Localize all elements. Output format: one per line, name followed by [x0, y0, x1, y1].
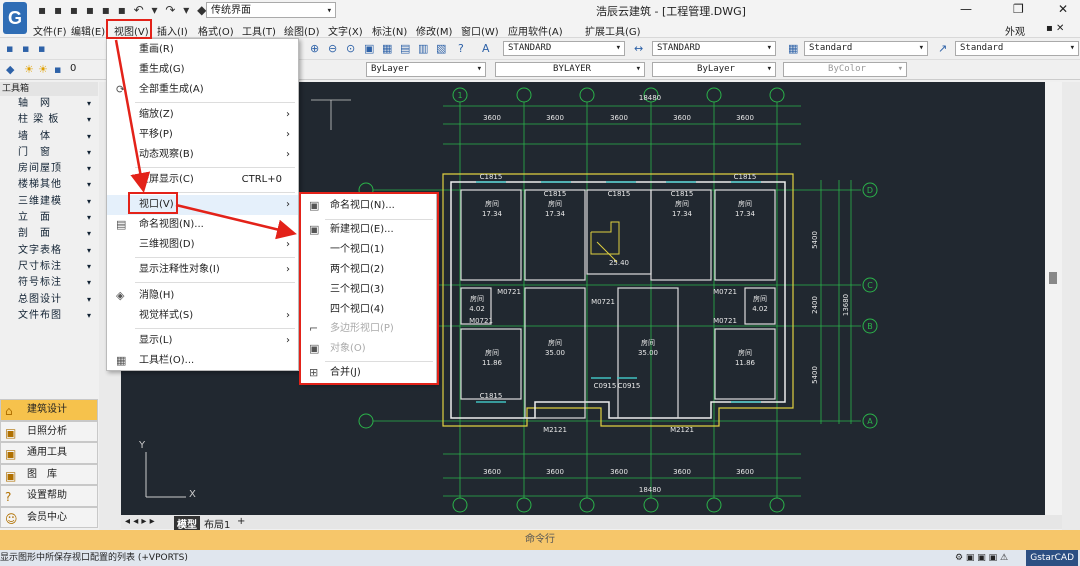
annotation-arrows — [114, 39, 297, 240]
